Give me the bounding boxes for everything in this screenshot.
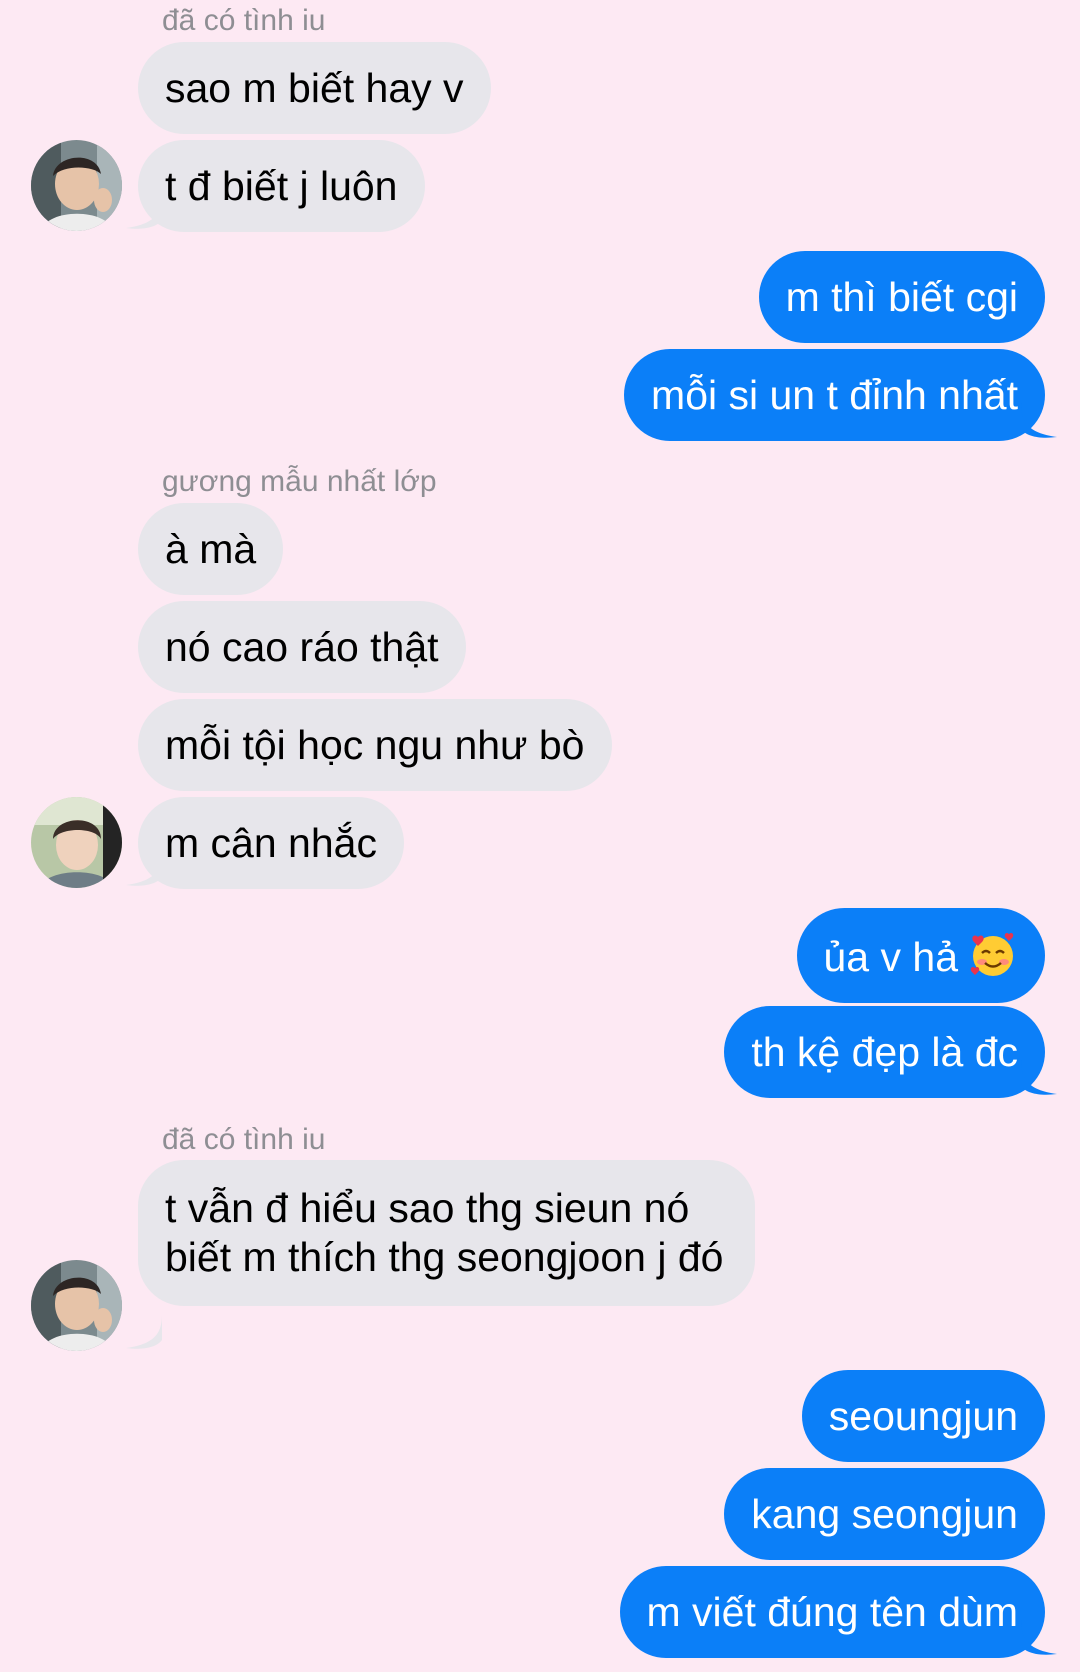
sender-name-label: gương mẫu nhất lớp (162, 465, 437, 498)
message-text: t đ biết j luôn (165, 163, 398, 209)
avatar[interactable] (31, 797, 122, 888)
message-text: ủa v hả (823, 934, 959, 980)
message-text: kang seongjun (751, 1491, 1018, 1537)
contact-photo-icon (31, 1260, 122, 1351)
message-text: t vẫn đ hiểu sao thg sieun nó biết m thí… (165, 1185, 724, 1280)
bubble-tail-icon (1021, 1060, 1057, 1095)
incoming-message-bubble[interactable]: nó cao ráo thật (138, 601, 466, 693)
incoming-message-bubble[interactable]: m cân nhắc (138, 797, 404, 889)
bubble-tail-icon (1021, 1620, 1057, 1655)
message-text: nó cao ráo thật (165, 624, 439, 670)
bubble-tail-icon (126, 194, 162, 229)
outgoing-message-bubble[interactable]: m thì biết cgi (758, 251, 1045, 343)
contact-photo-icon (31, 140, 122, 231)
message-text: m thì biết cgi (785, 274, 1018, 320)
outgoing-message-bubble[interactable]: seoungjun (801, 1370, 1045, 1462)
bubble-tail-icon (126, 851, 162, 886)
message-text: m viết đúng tên dùm (646, 1589, 1018, 1635)
message-text: sao m biết hay v (165, 65, 464, 111)
avatar[interactable] (31, 140, 122, 231)
message-text: mỗi si un t đỉnh nhất (651, 372, 1018, 418)
message-thread[interactable]: đã có tình iu sao m biết hay v t đ biết … (0, 0, 1080, 1672)
bubble-tail-icon (1021, 403, 1057, 438)
contact-photo-icon (31, 797, 122, 888)
incoming-message-bubble[interactable]: mỗi tội học ngu như bò (138, 699, 612, 791)
outgoing-message-bubble[interactable]: mỗi si un t đỉnh nhất (624, 349, 1045, 441)
avatar[interactable] (31, 1260, 122, 1351)
outgoing-message-bubble[interactable]: m viết đúng tên dùm (619, 1566, 1045, 1658)
sender-name-label: đã có tình iu (162, 1123, 326, 1156)
outgoing-message-bubble[interactable]: th kệ đẹp là đc (724, 1006, 1045, 1098)
outgoing-message-bubble[interactable]: ủa v hả (796, 908, 1045, 1003)
outgoing-message-bubble[interactable]: kang seongjun (724, 1468, 1045, 1560)
bubble-tail-icon (126, 1314, 162, 1349)
incoming-message-bubble[interactable]: t đ biết j luôn (138, 140, 425, 232)
incoming-message-bubble[interactable]: t vẫn đ hiểu sao thg sieun nó biết m thí… (138, 1160, 755, 1306)
message-text: th kệ đẹp là đc (751, 1029, 1018, 1075)
message-text: m cân nhắc (165, 820, 377, 866)
incoming-message-bubble[interactable]: à mà (138, 503, 284, 595)
message-text: mỗi tội học ngu như bò (165, 722, 585, 768)
sender-name-label: đã có tình iu (162, 4, 326, 37)
message-text: à mà (165, 526, 257, 572)
smiling-face-with-hearts-icon (970, 932, 1014, 976)
incoming-message-bubble[interactable]: sao m biết hay v (138, 42, 491, 134)
message-text: seoungjun (828, 1393, 1018, 1439)
